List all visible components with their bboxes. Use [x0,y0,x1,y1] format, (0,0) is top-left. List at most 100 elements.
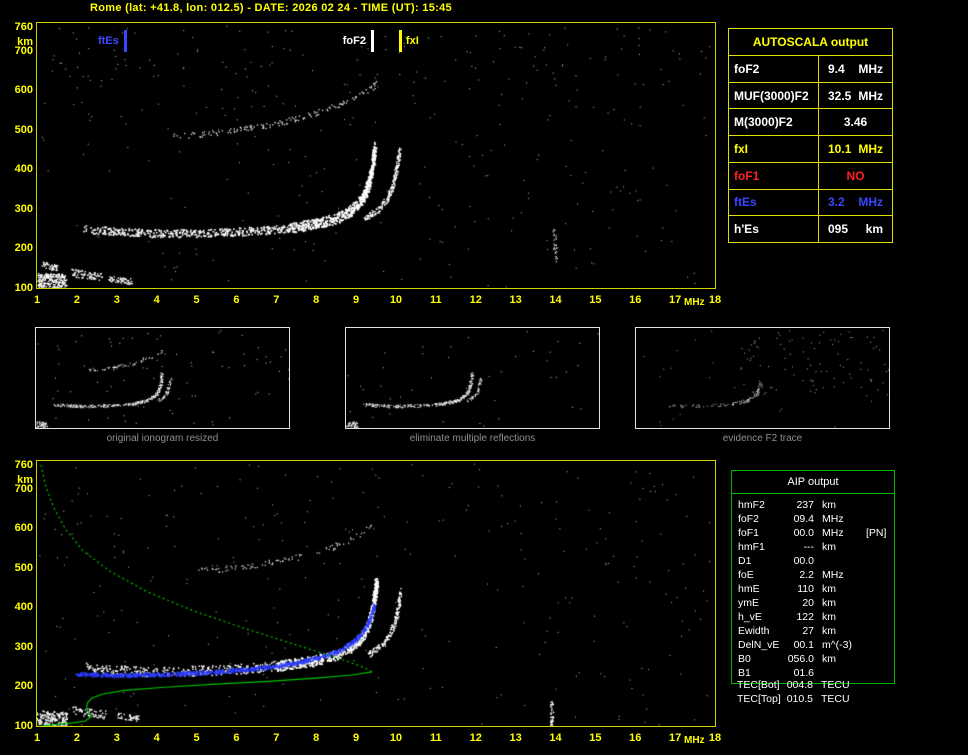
aip-label: hmF1 [738,541,765,553]
aip-row-ymE: ymE 20 km [732,596,894,610]
autoscala-output-table: AUTOSCALA output foF2 9.4 MHz MUF(3000)F2 32… [728,28,893,243]
autoscala-row-label: fxI [729,136,819,162]
foF2-marker [371,30,374,52]
bottom-plot-x-tick-1: 1 [33,732,41,744]
bottom-plot-x-tick-8: 8 [313,732,320,744]
aip-label: D1 [738,555,752,567]
aip-row-Ewidth: Ewidth 27 km [732,624,894,638]
autoscala-value-unit: MHz [858,61,883,76]
autoscala-value-unit: MHz [858,88,883,103]
aip-extra [862,638,894,652]
aip-unit: TECU [821,693,850,705]
bottom-plot-x-tick-7: 7 [273,732,280,744]
aip-row-foF1: foF1 00.0 MHz [PN] [732,526,894,540]
aip-value: 004.8 [786,679,813,691]
aip-unit: km [822,653,836,665]
bottom-plot-y-tick-400: 400 [14,601,33,614]
autoscala-value-number: 3.46 [843,115,868,130]
panel-caption-eliminate: eliminate multiple reflections [409,433,536,444]
aip-extra [862,624,894,638]
aip-extra: [PN] [866,527,887,539]
bottom-plot-y-tick-200: 200 [14,680,33,693]
ftEs-marker-label: ftEs [97,35,119,47]
aip-unit [814,554,862,568]
bottom-plot-x-tick-3: 3 [113,732,120,744]
aip-row-hmF1: hmF1 --- km [732,540,894,554]
bottom-plot-x-tick-9: 9 [352,732,360,744]
bottom-plot-x-unit-label: MHz [684,735,705,746]
bottom-profile-plot [36,460,716,727]
autoscala-value-number: 32.5 [828,88,852,103]
top-plot-y-tick-300: 300 [14,202,33,215]
top-plot-x-tick-18: 18 [708,294,722,306]
aip-extra [862,652,894,666]
panel-caption-evidence: evidence F2 trace [722,433,803,444]
aip-unit: km [822,625,836,637]
bottom-profile-canvas [37,461,715,726]
top-plot-x-tick-8: 8 [313,294,320,306]
station-title: Rome (lat: +41.8, lon: 012.5) - DATE: 20… [90,2,452,14]
aip-label: hmE [738,583,760,595]
bottom-plot-y-tick-760: 760 [14,458,33,471]
bottom-plot-x-tick-5: 5 [193,732,200,744]
autoscala-row-fxI: fxI 10.1 MHz [729,135,892,162]
top-plot-y-tick-500: 500 [14,123,33,136]
aip-label: foF1 [738,527,760,539]
autoscala-row-value: 32.5 MHz [819,83,892,109]
panel-caption-original: original ionogram resized [106,433,219,444]
autoscala-value-number: NO [846,168,865,183]
autoscala-table-rows: foF2 9.4 MHz MUF(3000)F2 32.5 MHz M(3000)F2 3.4… [729,55,892,243]
aip-row-hmE: hmE 110 km [732,582,894,596]
aip-label: Ewidth [738,625,770,637]
aip-value: 237 [796,499,814,511]
top-plot-y-unit-label: km [17,35,33,48]
aip-extra [862,582,894,596]
autoscala-row-value: NO [819,163,892,189]
aip-label: foE [738,569,754,581]
autoscala-value-number: 095 [828,222,849,237]
aip-row-TEC[Top]: TEC[Top] 010.5 TECU [731,692,893,706]
panel-eliminate-reflections-canvas [346,328,599,428]
aip-label: hmF2 [738,499,765,511]
aip-row-hmF2: hmF2 237 km [732,498,894,512]
autoscala-value-unit: MHz [858,142,883,157]
aip-unit: MHz [822,513,844,525]
top-plot-x-tick-15: 15 [589,294,602,306]
top-plot-x-tick-5: 5 [193,294,200,306]
top-plot-x-tick-1: 1 [33,294,41,306]
aip-extra [862,512,894,526]
bottom-plot-x-tick-11: 11 [429,732,442,744]
aip-label: DelN_vE [738,639,780,651]
bottom-plot-y-tick-600: 600 [14,522,33,535]
aip-row-foE: foE 2.2 MHz [732,568,894,582]
autoscala-row-value: 3.2 MHz [819,190,892,216]
top-plot-x-tick-11: 11 [429,294,442,306]
top-plot-x-unit-label: MHz [684,297,705,308]
aip-label: h_vE [738,611,762,623]
autoscala-row-value: 3.46 [819,109,892,135]
panel-evidence-f2-canvas [636,328,889,428]
bottom-plot-x-tick-14: 14 [549,732,562,744]
top-plot-x-tick-2: 2 [73,294,80,306]
aip-value: --- [803,541,815,553]
bottom-plot-x-tick-6: 6 [233,732,240,744]
aip-value: 27 [802,625,814,637]
top-plot-x-tick-6: 6 [233,294,240,306]
aip-value: 056.0 [787,653,814,665]
aip-unit: MHz [822,569,844,581]
aip-value: 122 [796,611,814,623]
autoscala-row-label: h'Es [729,216,819,243]
top-plot-x-tick-7: 7 [273,294,280,306]
aip-unit: km [822,611,836,623]
aip-extra [861,678,893,692]
aip-label: ymE [738,597,759,609]
bottom-plot-y-unit-label: km [17,473,33,486]
aip-unit: km [822,597,836,609]
aip-unit: km [822,541,836,553]
autoscala-row-h'Es: h'Es 095 km [729,215,892,243]
fxI-marker-label: fxI [405,35,419,47]
top-plot-x-tick-10: 10 [389,294,403,306]
aip-extra [862,540,894,554]
ftEs-marker [123,30,127,52]
autoscala-row-label: ftEs [729,189,819,216]
